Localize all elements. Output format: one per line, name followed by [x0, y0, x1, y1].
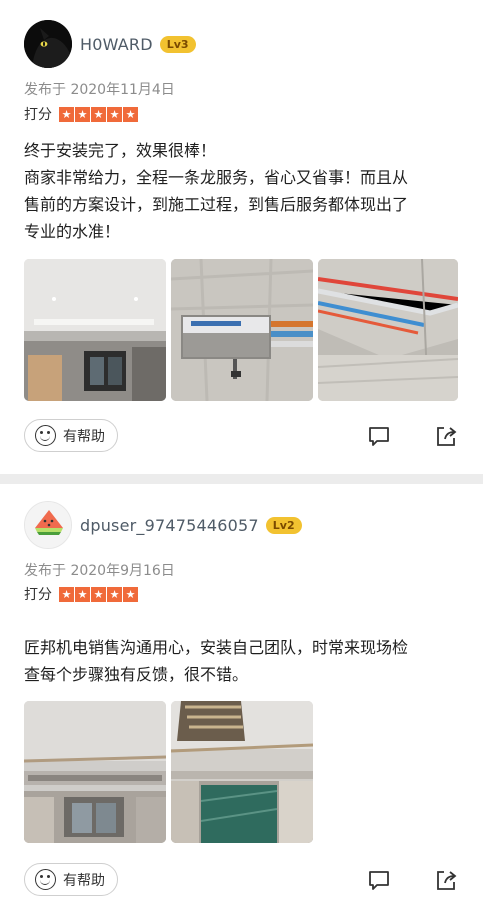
rating-label: 打分	[24, 587, 52, 603]
review-text-line: 专业的水准！	[24, 222, 121, 241]
avatar[interactable]	[24, 20, 72, 68]
star-icon: ★	[59, 106, 74, 122]
review-text: 匠邦机电销售沟通用心，安装自己团队，时常来现场检 查每个步骤独有反馈，很不错。	[24, 634, 460, 688]
avatar[interactable]	[24, 501, 72, 549]
username[interactable]: dpuser_97475446057	[80, 516, 259, 535]
star-icon: ★	[123, 106, 138, 122]
review-header: H0WARD Lv3	[24, 20, 196, 68]
share-icon[interactable]	[434, 424, 458, 448]
star-icon: ★	[75, 586, 90, 602]
helpful-label: 有帮助	[63, 428, 105, 445]
level-badge: Lv3	[159, 35, 196, 53]
room-ceiling-photo	[24, 259, 166, 401]
ac-unit-photo	[171, 259, 313, 401]
review-photo[interactable]	[318, 259, 458, 401]
review-photo[interactable]	[24, 259, 166, 401]
review-photo[interactable]	[24, 701, 166, 843]
share-icon[interactable]	[434, 868, 458, 892]
review-text-line: 售前的方案设计，到施工过程，到售后服务都体现出了	[24, 195, 409, 214]
watermelon-avatar-icon	[25, 502, 71, 548]
star-icon: ★	[75, 106, 90, 122]
rating-row: 打分 ★ ★ ★ ★ ★	[24, 584, 139, 604]
level-badge: Lv2	[265, 516, 302, 534]
username[interactable]: H0WARD	[80, 35, 153, 54]
review-photo[interactable]	[171, 701, 313, 843]
chandelier-room-photo	[171, 701, 313, 843]
star-rating: ★ ★ ★ ★ ★	[59, 586, 139, 602]
review-text-line: 商家非常给力，全程一条龙服务，省心又省事！而且从	[24, 168, 409, 187]
review-text-line: 查每个步骤独有反馈，很不错。	[24, 665, 249, 684]
star-icon: ★	[91, 586, 106, 602]
star-icon: ★	[107, 106, 122, 122]
pipes-photo	[318, 259, 458, 401]
star-icon: ★	[59, 586, 74, 602]
comment-icon[interactable]	[367, 868, 391, 892]
helpful-label: 有帮助	[63, 872, 105, 889]
comment-icon[interactable]	[367, 424, 391, 448]
helpful-button[interactable]: 有帮助	[24, 419, 118, 452]
post-date: 发布于 2020年11月4日	[24, 82, 175, 98]
star-icon: ★	[91, 106, 106, 122]
review-card: dpuser_97475446057 Lv2 发布于 2020年9月16日 打分…	[0, 484, 483, 922]
review-photo[interactable]	[171, 259, 313, 401]
rating-label: 打分	[24, 107, 52, 123]
review-text-line: 终于安装完了，效果很棒！	[24, 141, 217, 160]
rating-row: 打分 ★ ★ ★ ★ ★	[24, 104, 139, 124]
review-header: dpuser_97475446057 Lv2	[24, 501, 302, 549]
living-room-photo	[24, 701, 166, 843]
smile-icon	[35, 425, 56, 446]
star-rating: ★ ★ ★ ★ ★	[59, 106, 139, 122]
review-card: H0WARD Lv3 发布于 2020年11月4日 打分 ★ ★ ★ ★ ★ 终…	[0, 0, 483, 474]
star-icon: ★	[107, 586, 122, 602]
review-text-line: 匠邦机电销售沟通用心，安装自己团队，时常来现场检	[24, 638, 409, 657]
helpful-button[interactable]: 有帮助	[24, 863, 118, 896]
smile-icon	[35, 869, 56, 890]
review-text: 终于安装完了，效果很棒！ 商家非常给力，全程一条龙服务，省心又省事！而且从 售前…	[24, 137, 460, 245]
post-date: 发布于 2020年9月16日	[24, 563, 175, 579]
star-icon: ★	[123, 586, 138, 602]
black-cat-avatar-icon	[24, 20, 72, 68]
